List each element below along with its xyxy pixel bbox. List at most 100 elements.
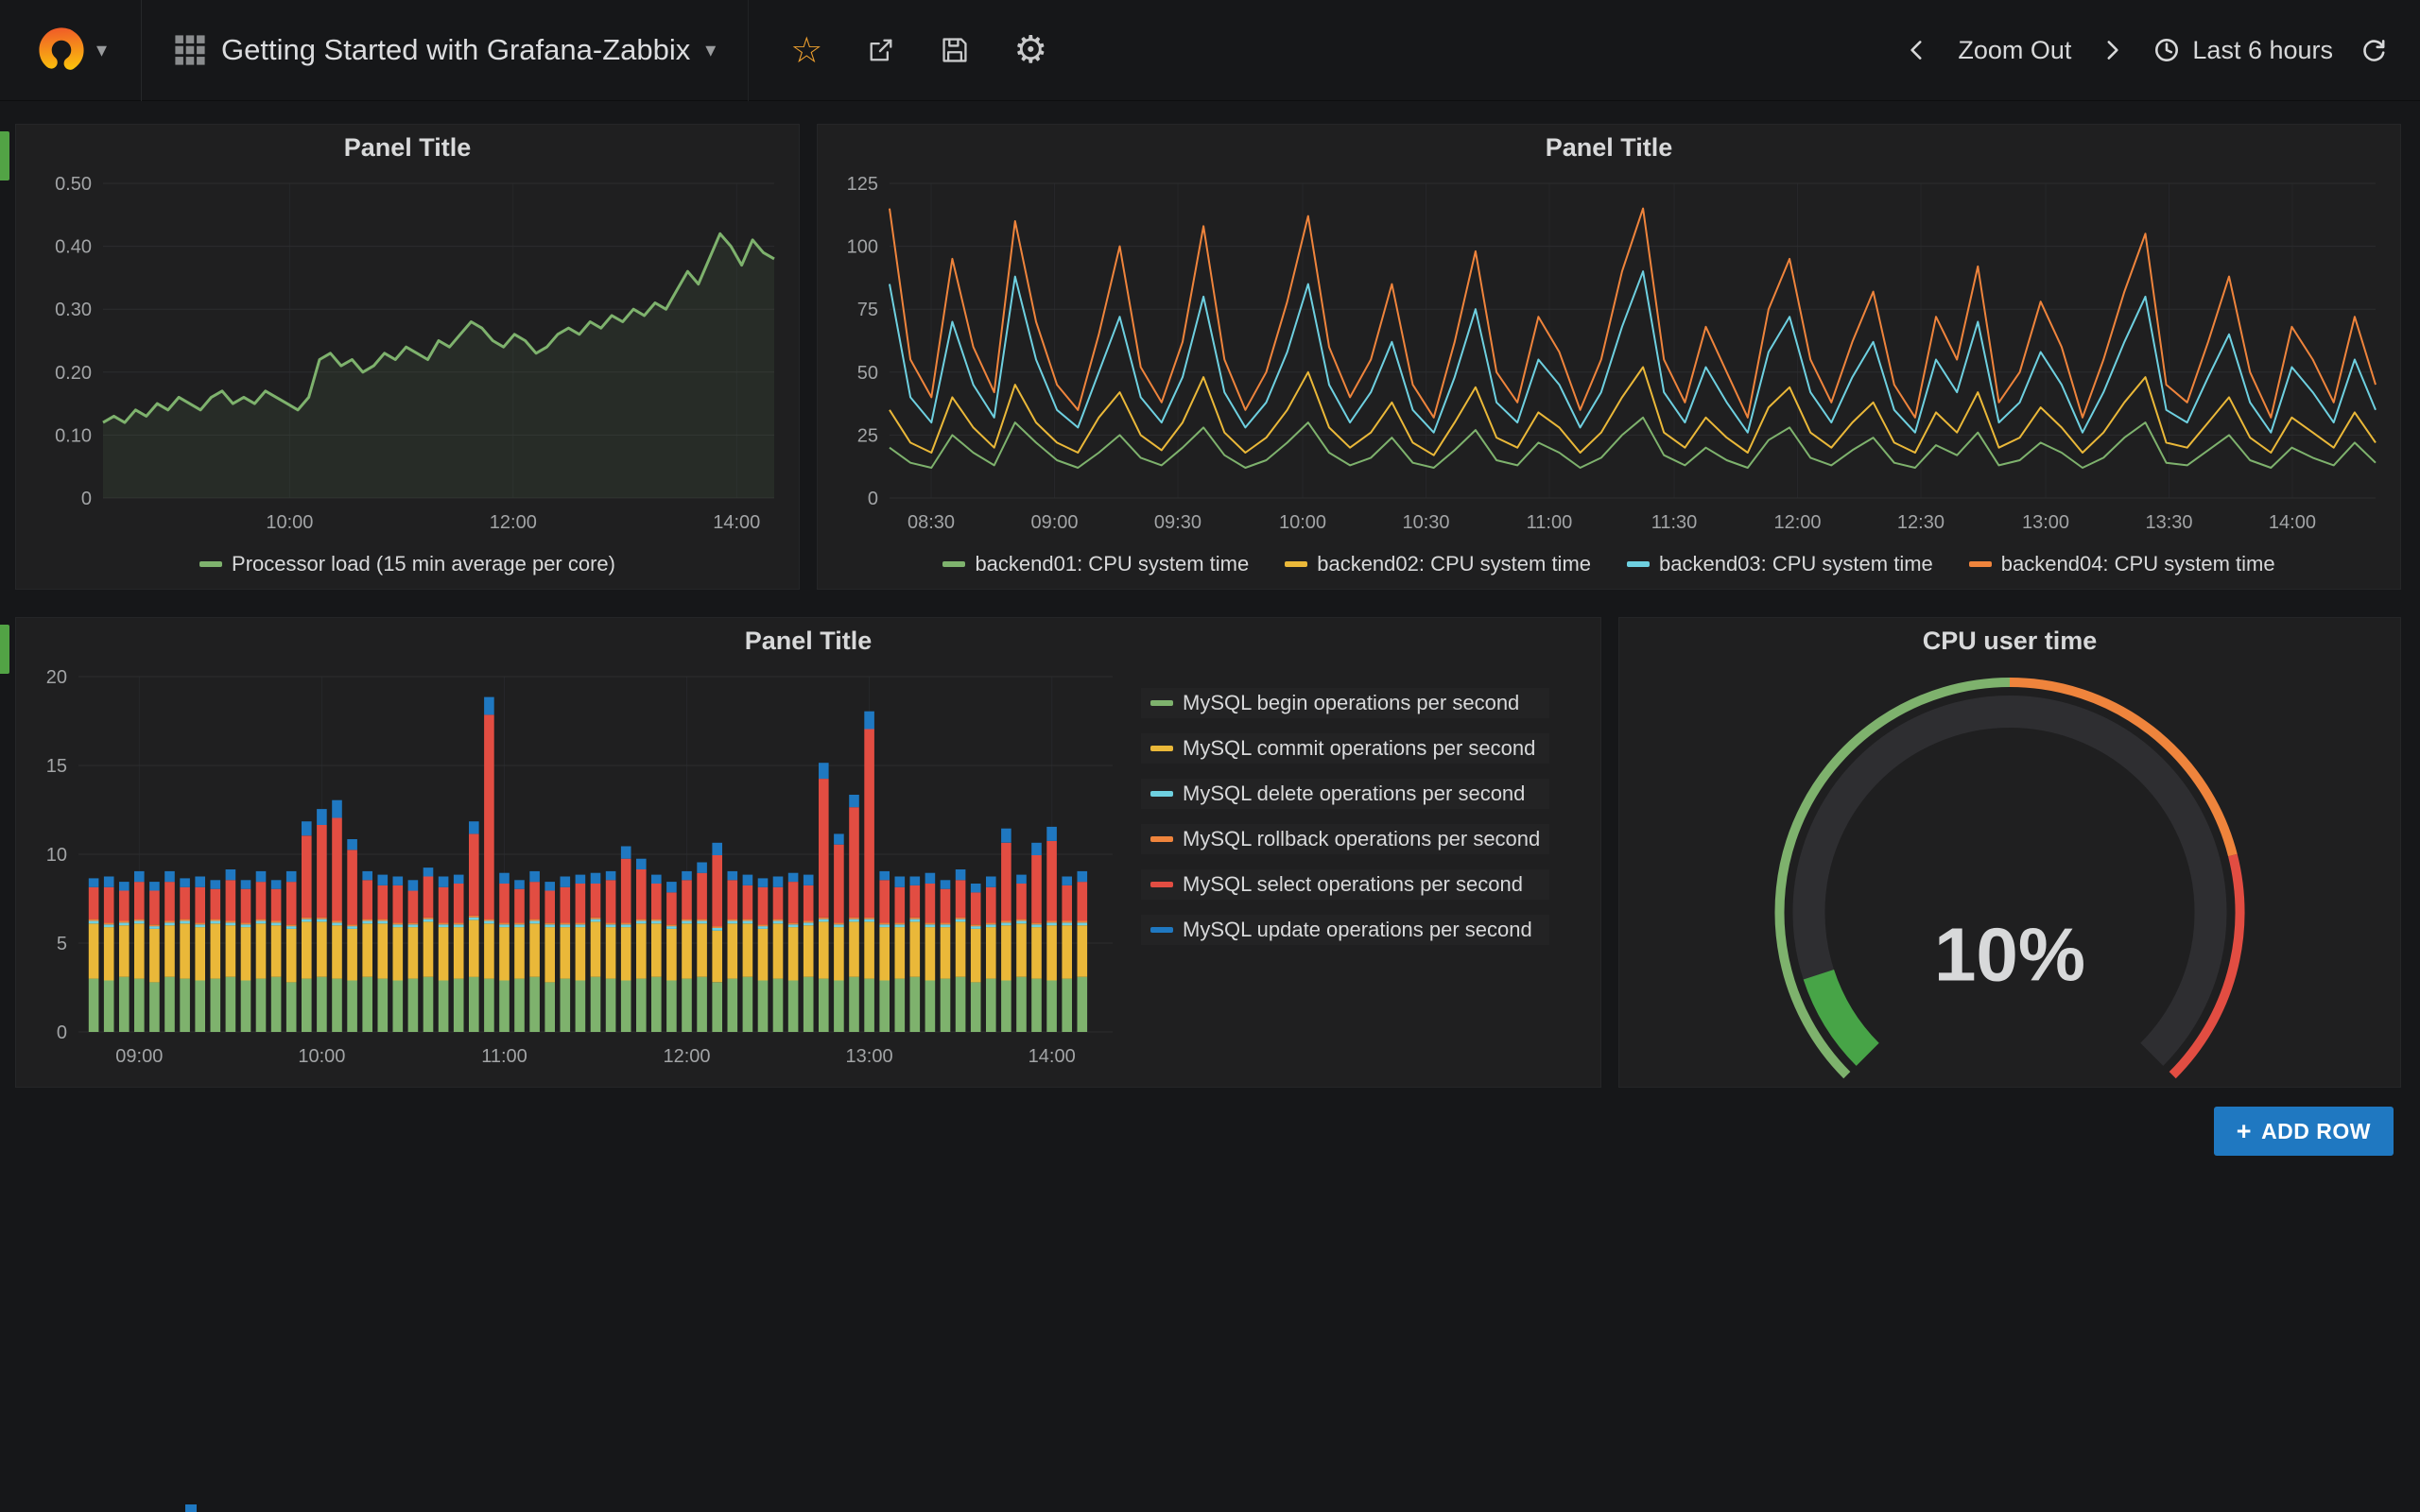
legend-label: MySQL update operations per second: [1183, 918, 1532, 942]
svg-text:09:30: 09:30: [1154, 512, 1201, 533]
svg-text:13:00: 13:00: [2022, 512, 2069, 533]
save-icon: [940, 35, 970, 65]
time-range-button[interactable]: Last 6 hours: [2152, 36, 2333, 65]
svg-text:12:00: 12:00: [1773, 512, 1821, 533]
legend-label: Processor load (15 min average per core): [232, 552, 615, 576]
panel-title[interactable]: CPU user time: [1619, 618, 2400, 663]
svg-text:0.30: 0.30: [55, 300, 92, 320]
panel-title[interactable]: Panel Title: [16, 618, 1600, 663]
svg-text:09:00: 09:00: [115, 1046, 163, 1067]
row-toggle-handle[interactable]: [0, 625, 9, 674]
bottom-left-blue-artifact: [185, 1504, 197, 1512]
legend-swatch: [1150, 746, 1173, 751]
legend-item[interactable]: Processor load (15 min average per core): [199, 552, 615, 576]
legend-label: MySQL rollback operations per second: [1183, 827, 1540, 851]
cpu-user-time-gauge: 10%: [1627, 663, 2393, 1079]
add-row-label: ADD ROW: [2261, 1119, 2371, 1144]
panel-cpu-system-time: Panel Title 08:3009:0009:3010:0010:3011:…: [817, 124, 2401, 590]
star-button[interactable]: ☆: [790, 32, 822, 68]
share-button[interactable]: [866, 35, 896, 65]
legend-item[interactable]: MySQL commit operations per second: [1141, 733, 1549, 764]
add-row-button[interactable]: + ADD ROW: [2214, 1107, 2394, 1156]
svg-text:11:00: 11:00: [481, 1046, 527, 1067]
chevron-left-icon: [1903, 36, 1931, 64]
legend-swatch: [199, 561, 222, 567]
panel-title[interactable]: Panel Title: [818, 125, 2400, 170]
legend-swatch: [1150, 882, 1173, 887]
grafana-logo-icon: [34, 23, 89, 77]
cpu-system-time-chart[interactable]: 08:3009:0009:3010:0010:3011:0011:3012:00…: [825, 170, 2393, 541]
svg-text:0: 0: [57, 1022, 67, 1043]
legend-swatch: [1627, 561, 1650, 567]
legend-swatch: [1150, 791, 1173, 797]
legend-swatch: [1150, 836, 1173, 842]
zoom-out-button[interactable]: Zoom Out: [1958, 36, 2071, 65]
legend-label: MySQL delete operations per second: [1183, 782, 1525, 806]
share-icon: [866, 35, 896, 65]
svg-text:0: 0: [868, 489, 878, 509]
panel-mysql-operations: Panel Title 09:00 10:00 11:00 12:00 13:00 14:…: [15, 617, 1601, 1088]
legend-swatch: [1150, 927, 1173, 933]
caret-down-icon: ▾: [705, 40, 716, 60]
svg-text:0: 0: [81, 489, 92, 509]
legend-item[interactable]: MySQL select operations per second: [1141, 869, 1549, 900]
row-toggle-handle[interactable]: [0, 131, 9, 180]
svg-text:15: 15: [46, 756, 67, 777]
svg-text:14:00: 14:00: [2269, 512, 2316, 533]
legend-item[interactable]: MySQL update operations per second: [1141, 915, 1549, 945]
dashboard-title: Getting Started with Grafana-Zabbix: [221, 33, 690, 67]
legend-item[interactable]: backend04: CPU system time: [1969, 552, 2275, 576]
legend-swatch: [1969, 561, 1992, 567]
star-icon: ☆: [790, 32, 822, 68]
chart-legend: backend01: CPU system time backend02: CPU…: [818, 545, 2400, 583]
time-shift-forward-button[interactable]: [2098, 36, 2126, 64]
legend-item[interactable]: MySQL delete operations per second: [1141, 779, 1549, 809]
chevron-right-icon: [2098, 36, 2126, 64]
navbar-time-controls: Zoom Out Last 6 hours: [1903, 36, 2420, 65]
svg-text:25: 25: [857, 425, 878, 446]
settings-button[interactable]: ⚙: [1013, 31, 1047, 69]
legend-label: backend02: CPU system time: [1317, 552, 1591, 576]
legend-label: MySQL select operations per second: [1183, 872, 1523, 897]
legend-item[interactable]: backend03: CPU system time: [1627, 552, 1933, 576]
svg-text:13:30: 13:30: [2145, 512, 2192, 533]
legend-swatch: [1150, 700, 1173, 706]
navbar-actions: ☆ ⚙: [749, 31, 1047, 69]
svg-text:10%: 10%: [1934, 913, 2085, 997]
legend-item[interactable]: MySQL begin operations per second: [1141, 688, 1549, 718]
svg-text:13:00: 13:00: [846, 1046, 893, 1067]
svg-text:11:00: 11:00: [1527, 512, 1573, 533]
legend-label: backend04: CPU system time: [2001, 552, 2275, 576]
panel-title[interactable]: Panel Title: [16, 125, 799, 170]
svg-text:5: 5: [57, 934, 67, 954]
panel-cpu-user-time: CPU user time 10%: [1618, 617, 2401, 1088]
time-shift-back-button[interactable]: [1903, 36, 1931, 64]
svg-text:10:00: 10:00: [1279, 512, 1326, 533]
svg-text:14:00: 14:00: [1028, 1046, 1076, 1067]
svg-text:10: 10: [46, 845, 67, 866]
legend-item[interactable]: backend02: CPU system time: [1285, 552, 1591, 576]
legend-item[interactable]: backend01: CPU system time: [942, 552, 1249, 576]
svg-text:12:00: 12:00: [663, 1046, 710, 1067]
caret-down-icon: ▾: [96, 40, 107, 60]
dashboard-title-button[interactable]: Getting Started with Grafana-Zabbix ▾: [142, 0, 749, 101]
svg-text:125: 125: [847, 174, 878, 195]
grafana-logo-button[interactable]: ▾: [0, 0, 142, 101]
clock-icon: [2152, 36, 2181, 64]
mysql-operations-chart[interactable]: 09:00 10:00 11:00 12:00 13:00 14:00 0 5 10 15 20: [24, 663, 1128, 1075]
refresh-button[interactable]: [2360, 36, 2388, 64]
chart-legend: Processor load (15 min average per core): [16, 545, 799, 583]
svg-text:08:30: 08:30: [908, 512, 955, 533]
svg-text:20: 20: [46, 667, 67, 688]
svg-text:0.10: 0.10: [55, 425, 92, 446]
svg-text:10:00: 10:00: [266, 512, 313, 533]
svg-text:75: 75: [857, 300, 878, 320]
legend-label: backend01: CPU system time: [975, 552, 1249, 576]
save-button[interactable]: [940, 35, 970, 65]
svg-text:10:00: 10:00: [298, 1046, 345, 1067]
processor-load-chart[interactable]: 10:0012:0014:0000.100.200.300.400.50: [24, 170, 791, 541]
legend-item[interactable]: MySQL rollback operations per second: [1141, 824, 1549, 854]
refresh-icon: [2360, 36, 2388, 64]
svg-text:50: 50: [857, 363, 878, 384]
navbar: ▾ Getting Started with Grafana-Zabbix ▾ …: [0, 0, 2420, 101]
